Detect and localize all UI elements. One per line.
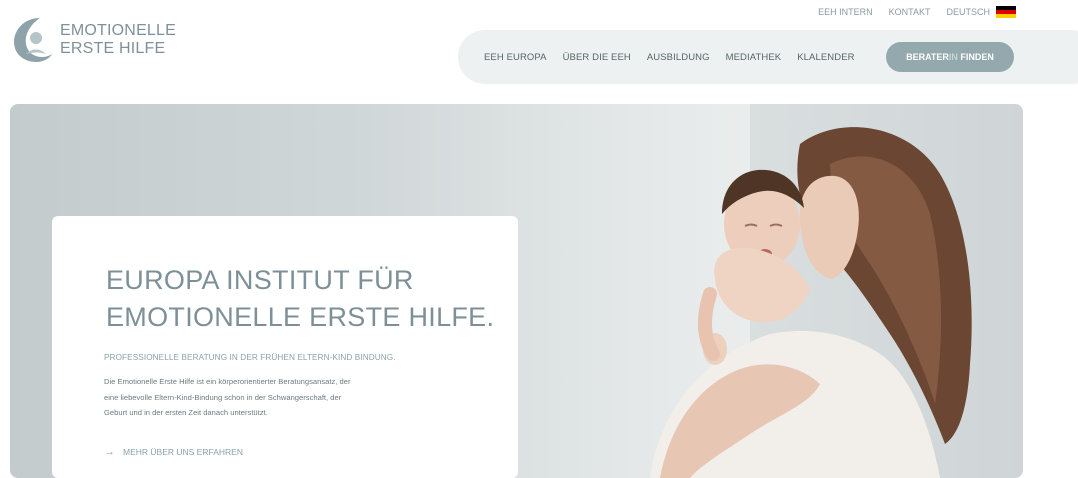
utility-nav: EEH INTERN KONTAKT DEUTSCH	[802, 6, 1016, 18]
nav-item-ausbildung[interactable]: AUSBILDUNG	[647, 52, 710, 63]
hero-title: EUROPA INSTITUT FÜR EMOTIONELLE ERSTE HI…	[106, 262, 506, 336]
link-eeh-intern[interactable]: EEH INTERN	[818, 7, 873, 17]
cta-label-part1: BERATER	[906, 52, 949, 62]
hero-description-line-3: Geburt und in der ersten Zeit danach unt…	[104, 408, 268, 417]
hero-card: EUROPA INSTITUT FÜR EMOTIONELLE ERSTE HI…	[52, 216, 518, 478]
nav-item-eeh-europa[interactable]: EEH EUROPA	[484, 52, 547, 63]
cta-label-part3: FINDEN	[957, 52, 994, 62]
hero-title-line-1: EUROPA INSTITUT FÜR	[106, 265, 414, 295]
logo-text: EMOTIONELLE ERSTE HILFE	[60, 22, 176, 58]
logo-line-1: EMOTIONELLE	[60, 22, 177, 39]
main-nav: EEH EUROPA ÜBER DIE EEH AUSBILDUNG MEDIA…	[458, 30, 1078, 84]
link-kontakt[interactable]: KONTAKT	[889, 7, 931, 17]
german-flag-icon[interactable]	[996, 6, 1016, 18]
hero-description-line-2: eine liebevolle Eltern-Kind-Bindung scho…	[104, 392, 342, 402]
hero-description-line-1: Die Emotionelle Erste Hilfe ist ein körp…	[104, 377, 351, 386]
hero-title-line-2: EMOTIONELLE ERSTE HILFE.	[106, 302, 495, 332]
logo-line-2: ERSTE HILFE	[60, 40, 166, 57]
arrow-right-icon: →	[104, 446, 115, 458]
hero-description: Die Emotionelle Erste Hilfe ist ein körp…	[104, 374, 424, 421]
hero-subtitle: PROFESSIONELLE BERATUNG IN DER FRÜHEN EL…	[104, 353, 396, 362]
nav-item-kalender[interactable]: KLALENDER	[797, 52, 854, 63]
logo-icon	[14, 18, 52, 62]
language-selector[interactable]: DEUTSCH	[946, 7, 990, 17]
nav-item-ueber-die-eeh[interactable]: ÜBER DIE EEH	[563, 52, 631, 63]
cta-label-part2: IN	[948, 52, 958, 62]
site-logo[interactable]: EMOTIONELLE ERSTE HILFE	[10, 14, 176, 66]
learn-more-label: MEHR ÜBER UNS ERFAHREN	[123, 447, 243, 457]
nav-item-mediathek[interactable]: MEDIATHEK	[726, 52, 782, 63]
learn-more-link[interactable]: → MEHR ÜBER UNS ERFAHREN	[104, 446, 243, 458]
find-counselor-button[interactable]: BERATER IN FINDEN	[886, 42, 1014, 72]
